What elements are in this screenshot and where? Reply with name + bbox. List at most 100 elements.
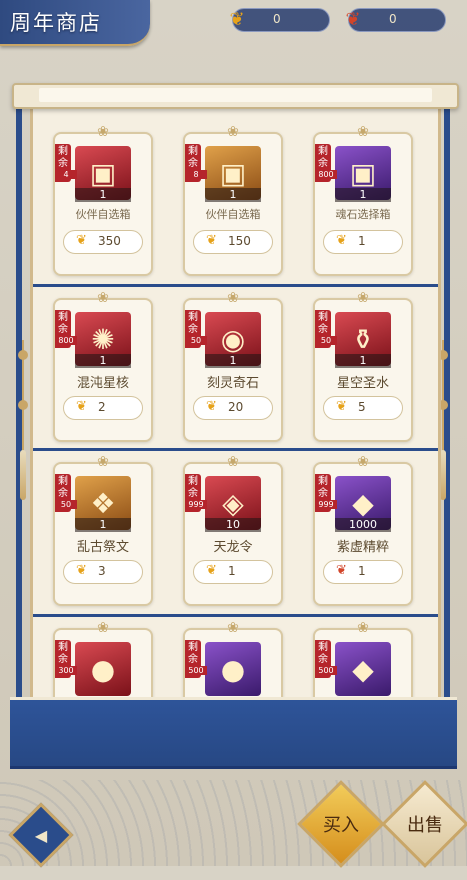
currency-gold: ❦ 0 — [229, 8, 330, 32]
currency-red-value: 0 — [389, 12, 397, 26]
knot-ornament-icon: ❀ — [357, 454, 369, 470]
shop-item-card[interactable]: ❀ ◆ 剩余 500 — [313, 620, 413, 704]
stock-label: 剩余 — [318, 146, 328, 169]
shop-item-card[interactable]: ❀ ⚱ 剩余 50 1 星空圣水 ❦ 5 — [313, 290, 413, 442]
item-name: 伙伴自选箱 — [75, 208, 131, 221]
page-title: 周年商店 — [10, 11, 102, 35]
price-button[interactable]: ❦ 1 — [323, 230, 403, 254]
gold-leaf-icon: ❦ — [206, 563, 217, 578]
shop-item-card[interactable]: ❀ ● 剩余 300 — [53, 620, 153, 704]
shop-item-card[interactable]: ❀ ▣ 剩余 8 1 伙伴自选箱 ❦ 150 — [183, 124, 283, 276]
shop-item-card[interactable]: ❀ ❖ 剩余 50 1 乱古祭文 ❦ 3 — [53, 454, 153, 606]
price-value: 1 — [358, 234, 366, 248]
dragon-token-icon: ◈ — [222, 486, 244, 520]
gold-leaf-icon: ❦ — [76, 233, 87, 248]
red-leaf-icon: ❦ — [345, 8, 361, 30]
scroll-bottom-rod — [10, 697, 457, 769]
price-value: 2 — [98, 400, 106, 414]
item-quantity: 1 — [335, 188, 391, 202]
stock-label: 剩余 — [188, 146, 198, 169]
treasure-chest-gold-icon: ▣ — [219, 156, 247, 190]
knot-ornament-icon: ❀ — [97, 290, 109, 306]
ancient-scroll-icon: ❖ — [90, 486, 116, 520]
violet-orb-icon: ● — [220, 652, 246, 686]
item-quantity: 1 — [75, 354, 131, 368]
stock-count: 500 — [185, 666, 207, 675]
shop-item-card[interactable]: ❀ ▣ 剩余 800 1 魂石选择箱 ❦ 1 — [313, 124, 413, 276]
currency-gold-value: 0 — [273, 12, 281, 26]
chaos-star-core-icon: ✺ — [91, 322, 115, 356]
item-quantity: 1 — [205, 188, 261, 202]
row-divider — [33, 448, 438, 451]
price-value: 3 — [98, 564, 106, 578]
price-button[interactable]: ❦ 150 — [193, 230, 273, 254]
stock-label: 剩余 — [188, 642, 198, 665]
price-button[interactable]: ❦ 3 — [63, 560, 143, 584]
shop-item-card[interactable]: ❀ ▣ 剩余 4 1 伙伴自选箱 ❦ 350 — [53, 124, 153, 276]
knot-ornament-icon: ❀ — [97, 620, 109, 636]
item-icon-frame: ◆ — [335, 642, 391, 696]
knot-ornament-icon: ❀ — [97, 124, 109, 140]
stock-count: 999 — [315, 500, 337, 509]
shop-item-card[interactable]: ❀ ● 剩余 500 — [183, 620, 283, 704]
price-button[interactable]: ❦ 1 — [193, 560, 273, 584]
knot-ornament-icon: ❀ — [357, 290, 369, 306]
row-divider — [33, 614, 438, 617]
item-quantity: 10 — [205, 518, 261, 532]
title-banner: 周年商店 — [0, 0, 150, 46]
knot-ornament-icon: ❀ — [357, 124, 369, 140]
treasure-chest-green-icon: ▣ — [349, 156, 377, 190]
spirit-stone-icon: ◉ — [220, 322, 246, 356]
stock-count: 8 — [185, 170, 207, 179]
stock-label: 剩余 — [318, 642, 328, 665]
item-name: 乱古祭文 — [76, 540, 129, 555]
price-button[interactable]: ❦ 1 — [323, 560, 403, 584]
shop-item-card[interactable]: ❀ ◈ 剩余 999 10 天龙令 ❦ 1 — [183, 454, 283, 606]
item-name: 魂石选择箱 — [335, 208, 391, 221]
item-name: 刻灵奇石 — [206, 376, 259, 391]
knot-ornament-icon: ❀ — [227, 124, 239, 140]
stock-count: 50 — [185, 336, 207, 345]
price-button[interactable]: ❦ 350 — [63, 230, 143, 254]
stock-label: 剩余 — [58, 146, 68, 169]
gold-leaf-icon: ❦ — [76, 399, 87, 414]
blue-gem-icon: ◆ — [352, 652, 374, 686]
treasure-chest-red-icon: ▣ — [89, 156, 117, 190]
left-tassel — [18, 340, 28, 500]
stock-label: 剩余 — [188, 476, 198, 499]
shop-item-card[interactable]: ❀ ✺ 剩余 800 1 混沌星核 ❦ 2 — [53, 290, 153, 442]
stock-count: 50 — [55, 500, 77, 509]
stock-count: 800 — [315, 170, 337, 179]
stock-count: 300 — [55, 666, 77, 675]
shop-item-card[interactable]: ❀ ◆ 剩余 999 1000 紫虚精粹 ❦ 1 — [313, 454, 413, 606]
item-quantity: 1 — [75, 188, 131, 202]
stock-count: 999 — [185, 500, 207, 509]
knot-ornament-icon: ❀ — [227, 454, 239, 470]
item-name: 混沌星核 — [76, 376, 129, 391]
gold-leaf-icon: ❦ — [206, 399, 217, 414]
stock-label: 剩余 — [58, 642, 68, 665]
sell-button-label: 出售 — [407, 815, 443, 836]
price-value: 1 — [228, 564, 236, 578]
item-name: 星空圣水 — [336, 376, 389, 391]
price-button[interactable]: ❦ 2 — [63, 396, 143, 420]
red-leaf-icon: ❦ — [336, 563, 347, 578]
shop-item-card[interactable]: ❀ ◉ 剩余 50 1 刻灵奇石 ❦ 20 — [183, 290, 283, 442]
item-icon-frame: ● — [75, 642, 131, 696]
stock-count: 500 — [315, 666, 337, 675]
price-value: 1 — [358, 564, 366, 578]
gold-leaf-icon: ❦ — [336, 399, 347, 414]
price-button[interactable]: ❦ 5 — [323, 396, 403, 420]
price-value: 150 — [228, 234, 251, 248]
stock-label: 剩余 — [58, 476, 68, 499]
price-button[interactable]: ❦ 20 — [193, 396, 273, 420]
currency-red: ❦ 0 — [345, 8, 446, 32]
price-value: 20 — [228, 400, 244, 414]
gold-leaf-icon: ❦ — [206, 233, 217, 248]
price-value: 5 — [358, 400, 366, 414]
shop-panel[interactable]: ❀ ▣ 剩余 4 1 伙伴自选箱 ❦ 350 ❀ ▣ 剩余 8 1 伙伴自选箱 ❦ 150 ❀ ▣ 剩余 800 1 魂石… — [30, 104, 441, 704]
knot-ornament-icon: ❀ — [97, 454, 109, 470]
item-quantity: 1000 — [335, 518, 391, 532]
item-name: 紫虚精粹 — [336, 540, 389, 555]
stock-label: 剩余 — [188, 312, 198, 335]
